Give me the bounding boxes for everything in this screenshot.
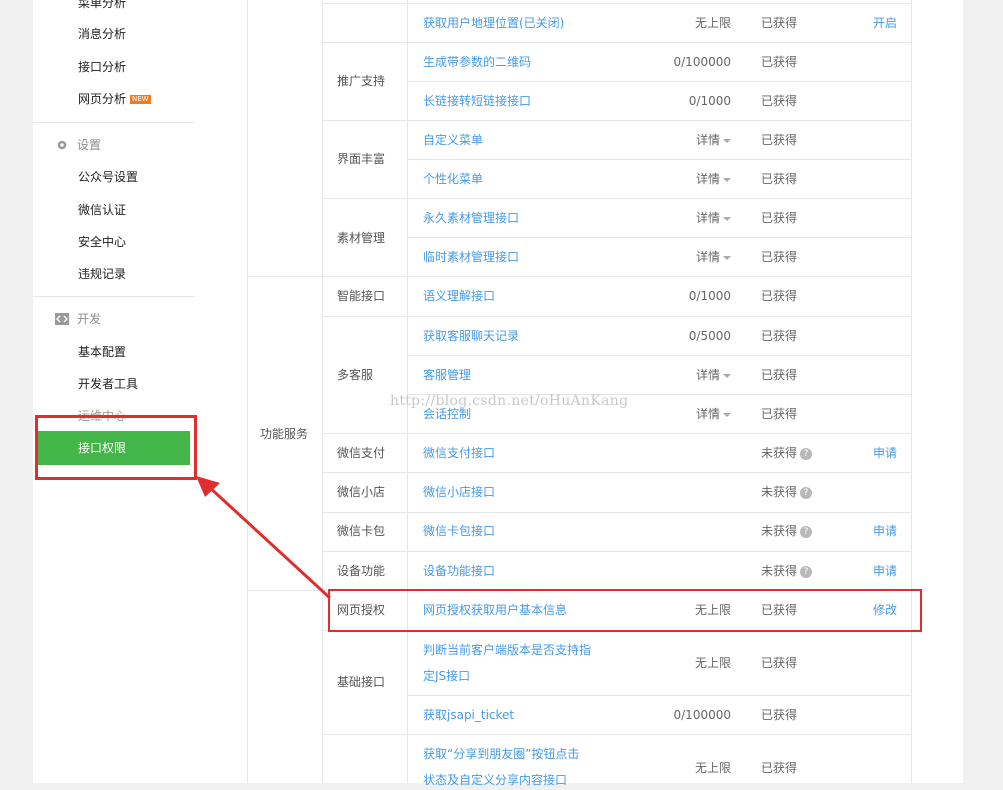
annotation-arrow [196, 476, 332, 600]
